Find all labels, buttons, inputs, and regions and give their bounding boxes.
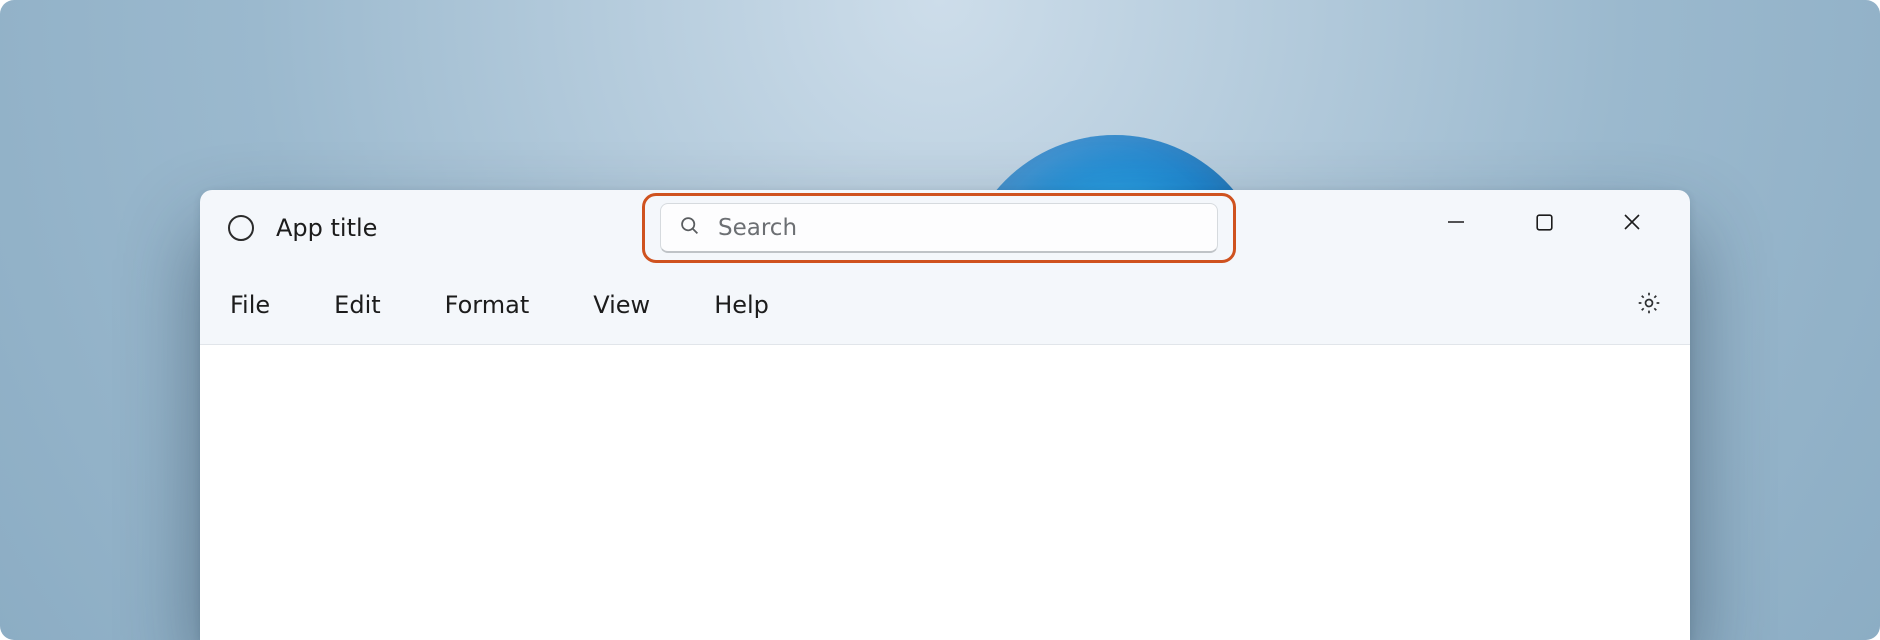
caption-controls [1412, 190, 1676, 254]
close-button[interactable] [1588, 194, 1676, 250]
close-icon [1623, 213, 1641, 231]
minimize-button[interactable] [1412, 194, 1500, 250]
maximize-button[interactable] [1500, 194, 1588, 250]
app-title: App title [276, 214, 377, 242]
menu-item-format[interactable]: Format [445, 291, 530, 319]
search-callout [642, 193, 1236, 263]
desktop-backdrop: App title [0, 0, 1880, 640]
app-icon [228, 215, 254, 241]
search-input[interactable] [716, 214, 1199, 242]
menu-item-edit[interactable]: Edit [334, 291, 380, 319]
app-window: App title [200, 190, 1690, 640]
settings-button[interactable] [1636, 290, 1662, 320]
minimize-icon [1447, 213, 1465, 231]
menubar: File Edit Format View Help [200, 266, 1690, 345]
menu-item-help[interactable]: Help [714, 291, 769, 319]
titlebar: App title [200, 190, 1690, 266]
menu-item-file[interactable]: File [230, 291, 270, 319]
content-area [200, 345, 1690, 640]
gear-icon [1636, 290, 1662, 316]
search-box[interactable] [660, 203, 1218, 253]
search-icon [679, 215, 700, 240]
maximize-icon [1536, 214, 1553, 231]
menu-item-view[interactable]: View [593, 291, 650, 319]
